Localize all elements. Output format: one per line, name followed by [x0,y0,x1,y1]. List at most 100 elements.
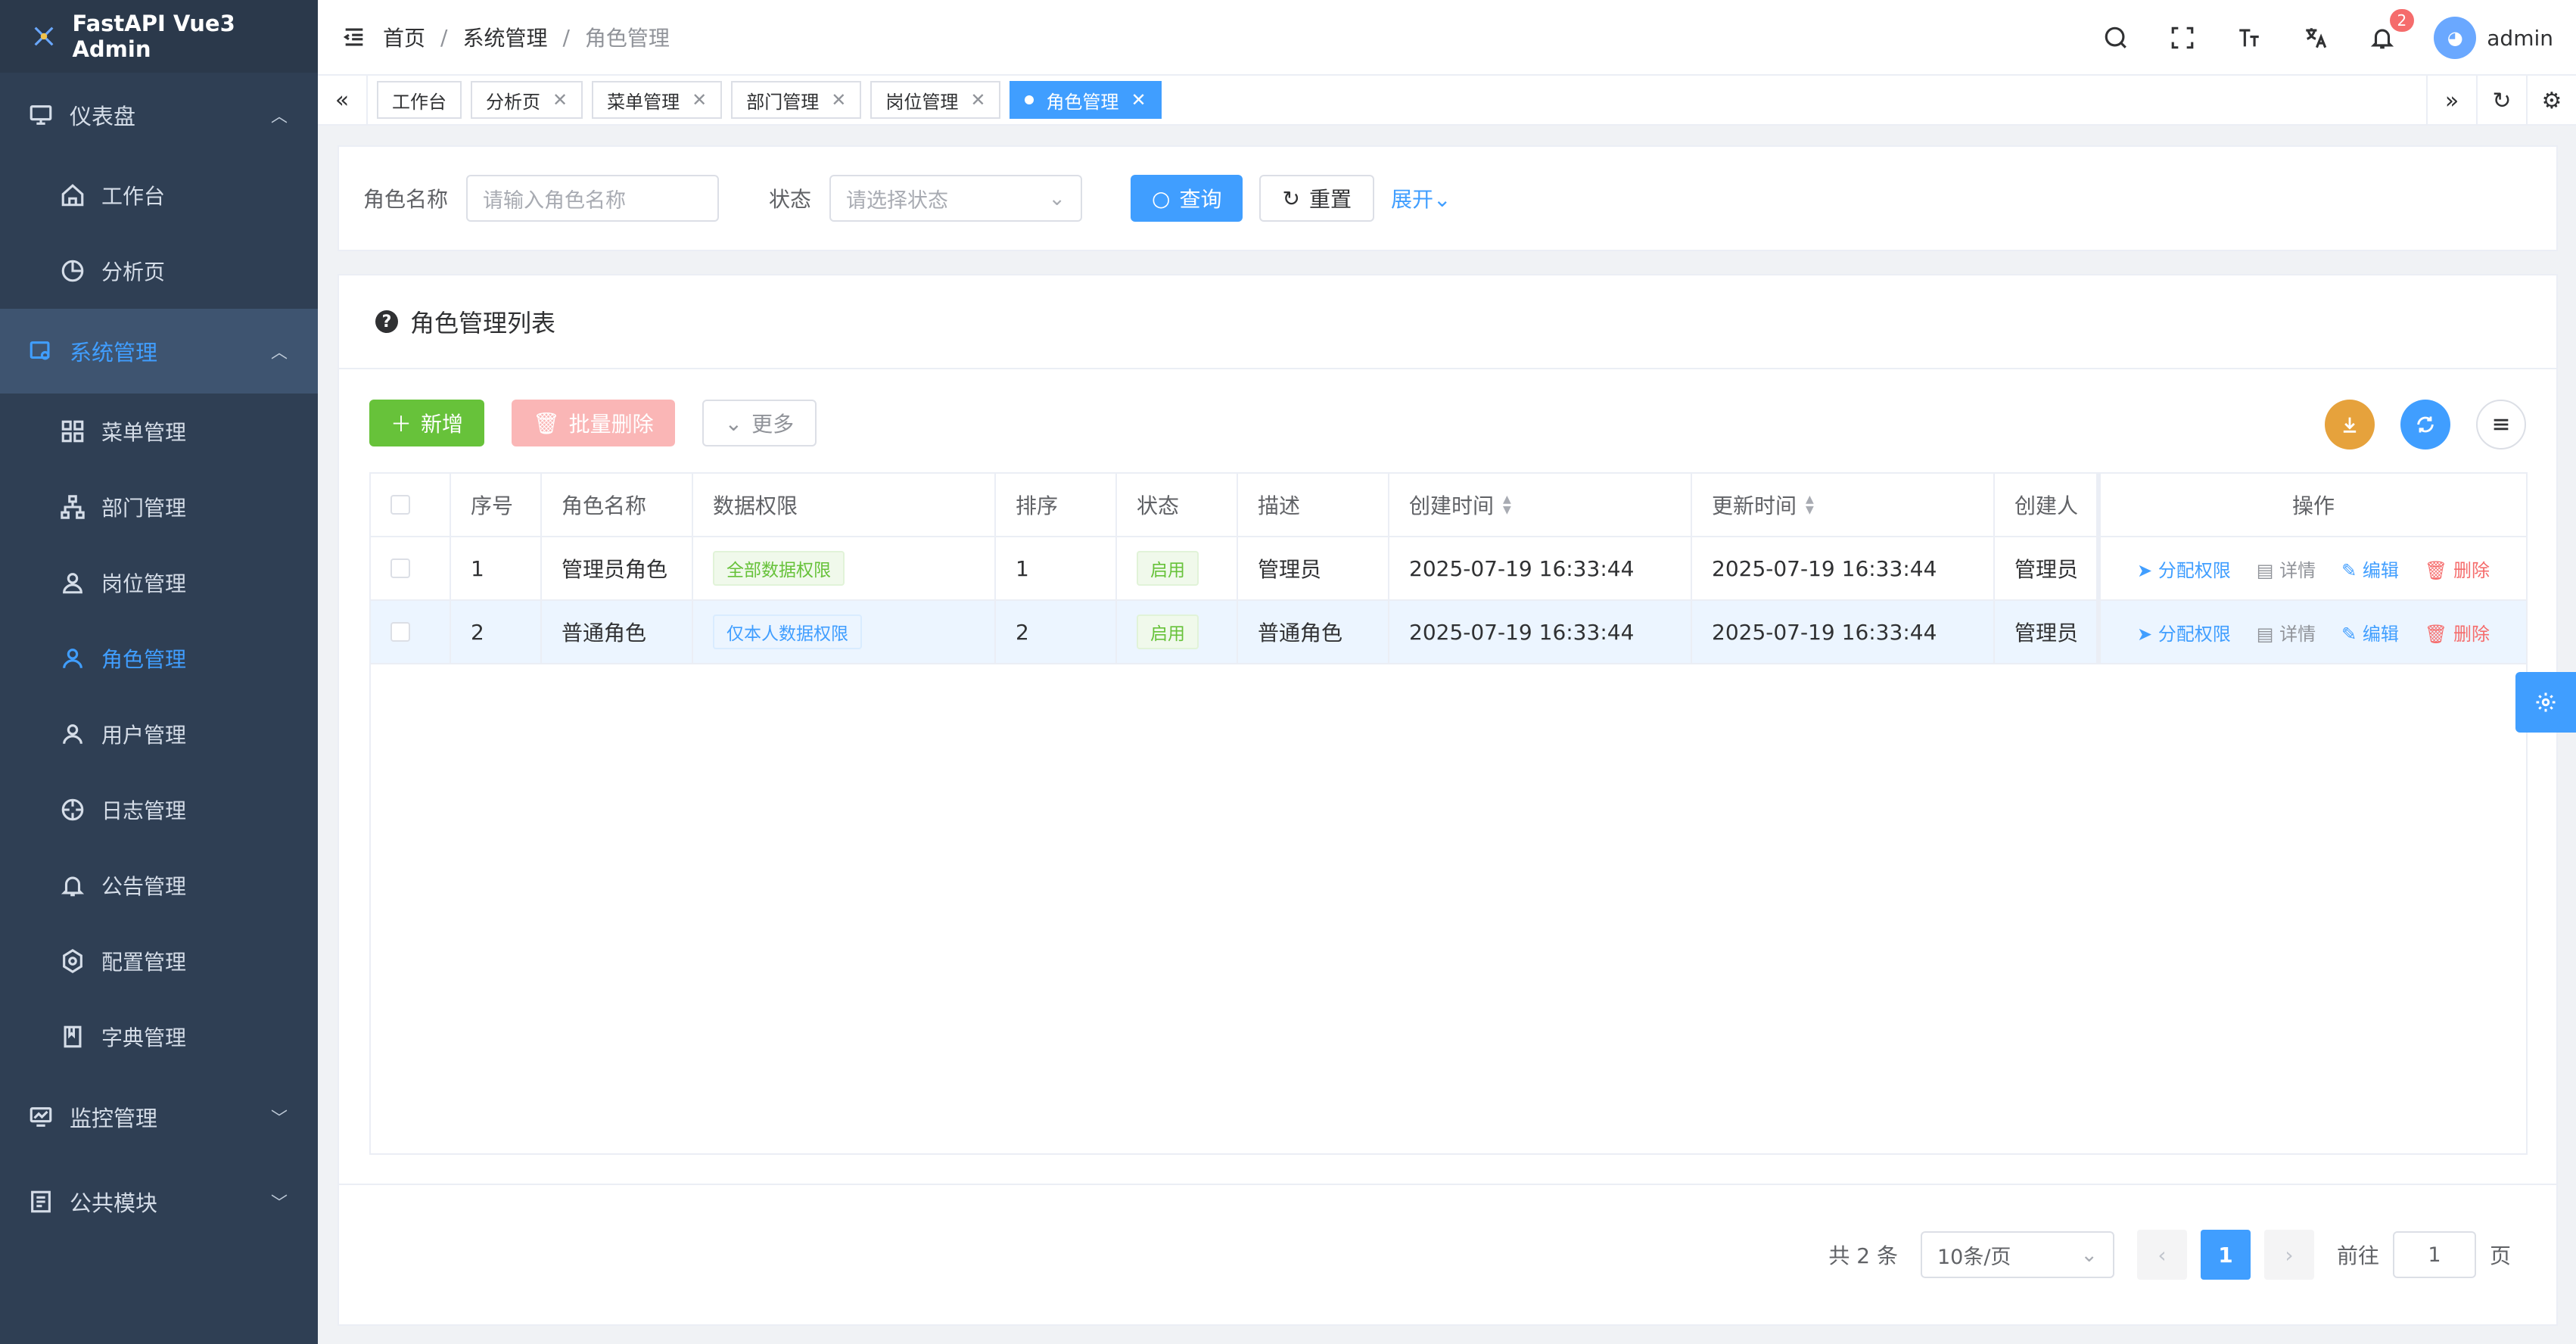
gear-icon[interactable]: ⚙ [2526,76,2576,126]
sidebar-item-config[interactable]: 配置管理 [0,923,318,999]
detail-button[interactable]: ▤ 详情 [2257,619,2316,646]
app-title: FastAPI Vue3 Admin [72,11,235,62]
tab-role[interactable]: 角色管理 ✕ [1010,81,1162,119]
sidebar-item-log[interactable]: 日志管理 [0,772,318,848]
edit-button[interactable]: ✎ 编辑 [2341,619,2399,646]
breadcrumb-home[interactable]: 首页 [383,22,425,52]
font-size-icon[interactable] [2234,23,2264,53]
more-button[interactable]: ⌄ 更多 [702,400,817,446]
tab-menu[interactable]: 菜单管理 ✕ [592,81,723,119]
detail-button[interactable]: ▤ 详情 [2257,555,2316,582]
page-size-select[interactable]: 10条/页 ⌄ [1920,1231,2114,1278]
updated-column-header[interactable]: 更新时间 ▲ ▼ [1692,474,1995,536]
add-button[interactable]: ＋ 新增 [369,400,485,446]
download-icon[interactable] [2325,400,2375,450]
user-icon [59,569,86,596]
select-all-checkbox[interactable] [390,495,410,515]
select-all-cell [371,474,451,536]
breadcrumb-section[interactable]: 系统管理 [462,22,547,52]
close-icon[interactable]: ✕ [831,89,846,110]
page-number-current[interactable]: 1 [2200,1230,2251,1280]
prev-page-button[interactable]: ‹ [2136,1230,2187,1280]
app-logo[interactable]: FastAPI Vue3 Admin [0,0,318,73]
sidebar-item-dept[interactable]: 部门管理 [0,469,318,545]
document-icon [27,1188,54,1215]
edit-button[interactable]: ✎ 编辑 [2341,555,2399,582]
cell-desc: 管理员 [1238,537,1389,599]
sidebar-item-analysis[interactable]: 分析页 [0,233,318,309]
sidebar-item-user[interactable]: 用户管理 [0,696,318,772]
close-icon[interactable]: ✕ [970,89,985,110]
delete-button[interactable]: 🗑 删除 [2425,619,2490,646]
close-icon[interactable]: ✕ [692,89,707,110]
expand-link[interactable]: 展开⌄ [1391,183,1451,213]
avatar[interactable]: ◕ [2434,17,2477,59]
sort-icon[interactable]: ▲ ▼ [1503,494,1511,515]
bell-icon [59,872,86,899]
logo-icon [30,23,57,50]
role-name-placeholder: 请输入角色名称 [483,188,627,213]
sidebar-item-dict[interactable]: 字典管理 [0,999,318,1075]
breadcrumb-separator: / [440,24,448,50]
op-label: 删除 [2453,559,2490,581]
sidebar-group-monitor[interactable]: 监控管理 ﹀ [0,1075,318,1159]
sidebar-group-common[interactable]: 公共模块 ﹀ [0,1159,318,1244]
breadcrumb-current: 角色管理 [584,26,670,51]
cell-name: 管理员角色 [542,537,693,599]
column-settings-icon[interactable] [2476,400,2526,450]
close-icon[interactable]: ✕ [552,89,568,110]
tab-label: 角色管理 [1046,91,1119,113]
settings-float-button[interactable] [2515,672,2576,733]
translate-icon[interactable] [2301,23,2331,53]
tabs-scroll-right-icon[interactable]: » [2426,76,2476,126]
row-select-cell [371,537,451,599]
close-icon[interactable]: ✕ [1131,89,1146,110]
batch-delete-button[interactable]: 🗑 批量删除 [512,400,675,446]
role-name-input[interactable]: 请输入角色名称 [466,175,720,222]
bell-icon[interactable]: 2 [2367,9,2415,53]
row-checkbox[interactable] [390,622,410,642]
row-checkbox[interactable] [390,558,410,578]
reset-button[interactable]: ↻ 重置 [1259,175,1374,222]
cell-ops: ➤ 分配权限 ▤ 详情 ✎ 编辑 🗑 删除 [2101,537,2526,599]
sidebar-item-notice[interactable]: 公告管理 [0,848,318,923]
tab-workbench[interactable]: 工作台 [377,81,462,119]
tab-label: 岗位管理 [885,91,959,113]
chevron-down-icon: ﹀ [270,1109,288,1128]
sidebar-item-post[interactable]: 岗位管理 [0,545,318,621]
sort-icon[interactable]: ▲ ▼ [1806,494,1814,515]
chevron-down-icon: ﹀ [270,1194,288,1213]
org-tree-icon [59,493,86,521]
tabs-scroll-left-icon[interactable]: « [318,75,368,125]
tab-dept[interactable]: 部门管理 ✕ [731,81,862,119]
sidebar-item-workbench[interactable]: 工作台 [0,157,318,233]
table-row[interactable]: 2 普通角色 仅本人数据权限 2 启用 普通角色 2025-07-19 16:3… [371,601,2526,664]
assign-permission-button[interactable]: ➤ 分配权限 [2137,555,2231,582]
assign-permission-button[interactable]: ➤ 分配权限 [2137,619,2231,646]
created-column-header[interactable]: 创建时间 ▲ ▼ [1389,474,1692,536]
goto-page-input[interactable]: 1 [2392,1231,2476,1278]
pie-chart-icon [59,257,86,285]
search-icon[interactable] [2101,23,2131,53]
sidebar-item-menu[interactable]: 菜单管理 [0,394,318,469]
query-button[interactable]: ○ 查询 [1131,175,1243,222]
pagination-total: 共 2 条 [1828,1243,1898,1268]
more-label: 更多 [751,412,795,437]
sidebar-item-role[interactable]: 角色管理 [0,621,318,696]
sidebar-item-label: 菜单管理 [101,420,187,445]
sidebar-group-dashboard[interactable]: 仪表盘 ︿ [0,73,318,157]
refresh-icon[interactable] [2400,400,2450,450]
status-select[interactable]: 请选择状态 ⌄ [829,175,1083,222]
question-icon[interactable]: ? [375,310,398,333]
sidebar-group-system[interactable]: 系统管理 ︿ [0,309,318,394]
username[interactable]: admin [2487,26,2553,51]
refresh-icon[interactable]: ↻ [2476,76,2526,126]
delete-button[interactable]: 🗑 删除 [2425,555,2490,582]
cell-updated: 2025-07-19 16:33:44 [1692,601,1995,663]
table-row[interactable]: 1 管理员角色 全部数据权限 1 启用 管理员 2025-07-19 16:33… [371,537,2526,601]
tab-post[interactable]: 岗位管理 ✕ [870,81,1001,119]
fullscreen-icon[interactable] [2167,23,2198,53]
tab-analysis[interactable]: 分析页 ✕ [471,81,583,119]
next-page-button[interactable]: › [2263,1230,2314,1280]
menu-fold-icon[interactable] [341,23,368,51]
